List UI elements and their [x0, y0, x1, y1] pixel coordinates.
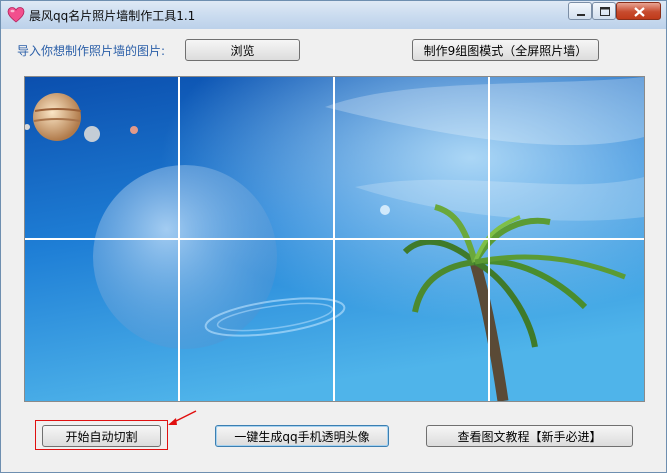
title-bar[interactable]: 晨风qq名片照片墙制作工具1.1 [1, 1, 666, 29]
maximize-button[interactable] [592, 2, 616, 20]
preview-image [25, 77, 644, 401]
window-title: 晨风qq名片照片墙制作工具1.1 [29, 9, 196, 23]
auto-cut-button[interactable]: 开始自动切割 [42, 425, 161, 447]
maximize-icon [600, 7, 610, 16]
tutorial-button[interactable]: 查看图文教程【新手必进】 [426, 425, 633, 447]
arrow-icon [168, 410, 197, 425]
app-window: 晨风qq名片照片墙制作工具1.1 导入你想制作照片墙的图片: 浏览 制作9组图模… [0, 0, 667, 473]
minimize-icon [577, 14, 585, 16]
nine-grid-mode-button[interactable]: 制作9组图模式（全屏照片墙） [412, 39, 599, 61]
minimize-button[interactable] [568, 2, 592, 20]
import-label: 导入你想制作照片墙的图片: [17, 44, 166, 58]
photo-preview [24, 76, 645, 402]
heart-icon [7, 6, 25, 24]
transparent-avatar-button[interactable]: 一键生成qq手机透明头像 [215, 425, 389, 447]
browse-button[interactable]: 浏览 [185, 39, 300, 61]
close-icon [634, 7, 645, 17]
close-button[interactable] [616, 2, 661, 20]
